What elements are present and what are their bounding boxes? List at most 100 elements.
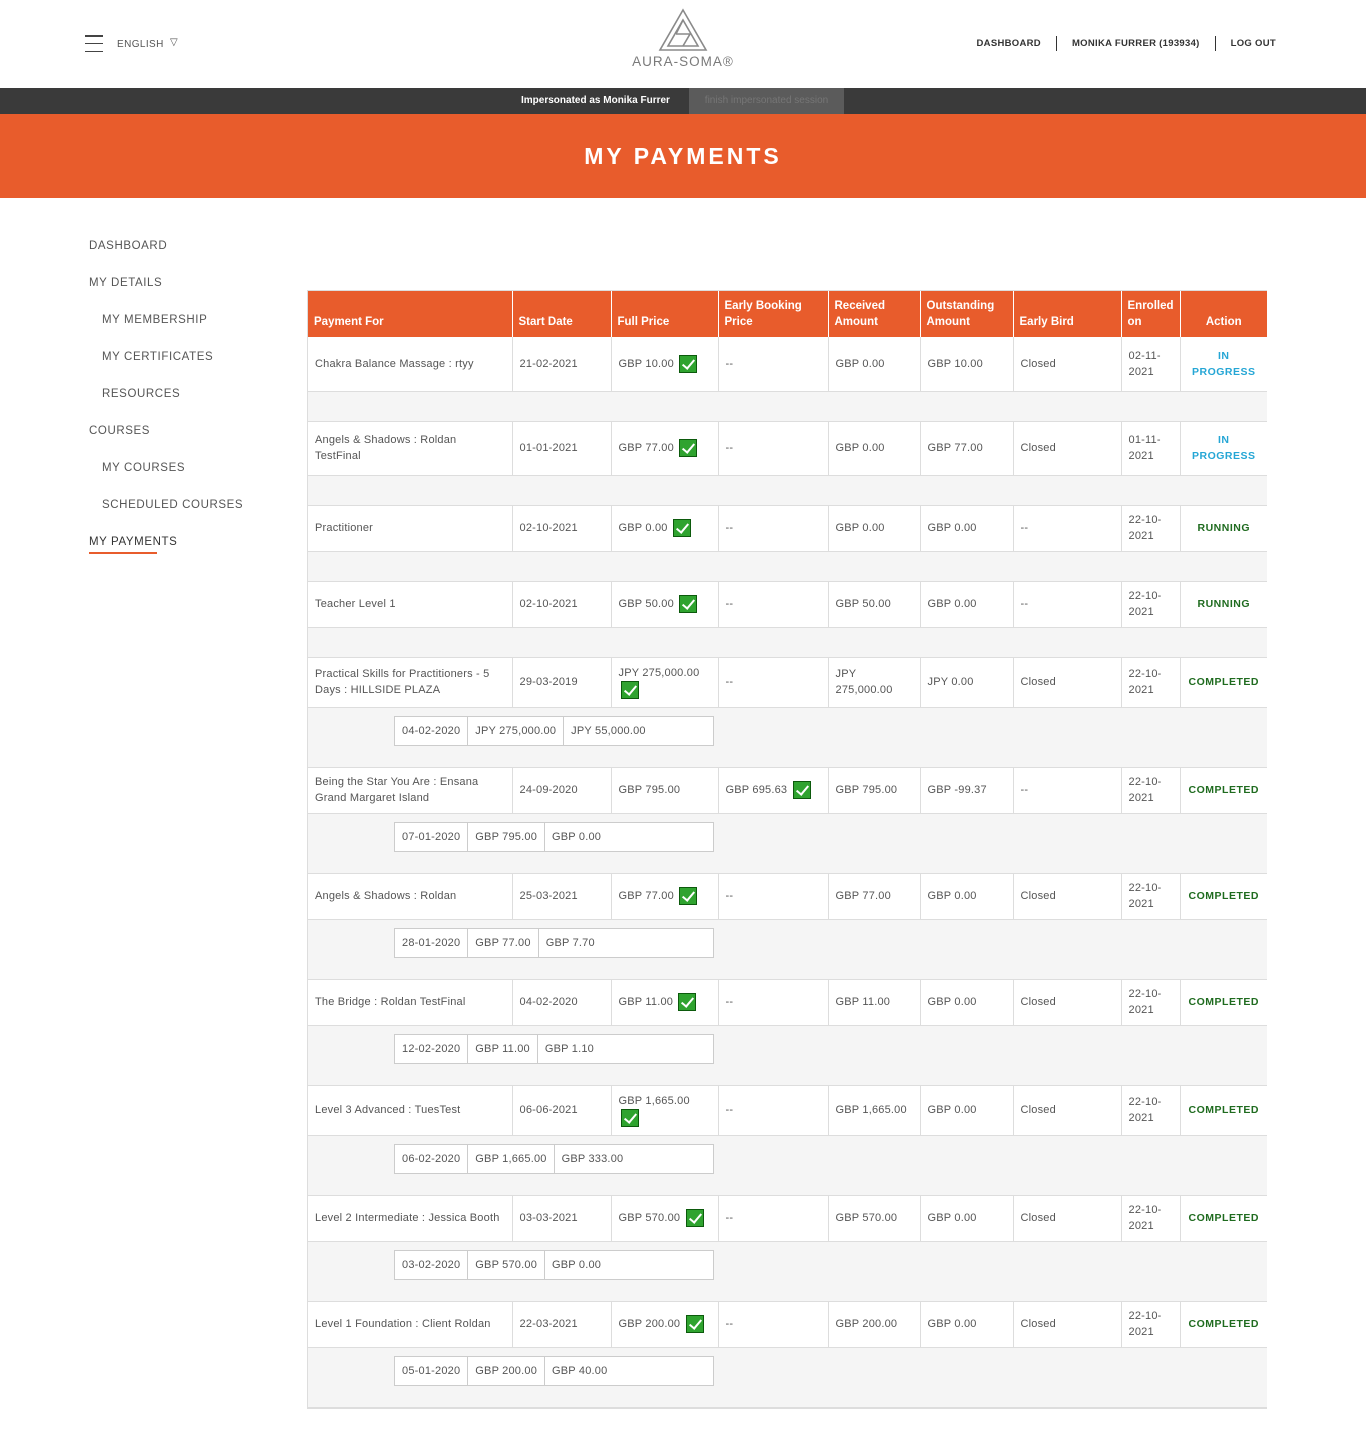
- sidebar-item-my-details[interactable]: MY DETAILS: [89, 273, 289, 310]
- cell-action[interactable]: RUNNING: [1180, 581, 1267, 628]
- sidebar-item-resources[interactable]: RESOURCES: [89, 384, 289, 421]
- cell-action[interactable]: COMPLETED: [1180, 767, 1267, 814]
- cell-enrolled: 22-10-2021: [1121, 1085, 1181, 1136]
- received-value: GBP 795.00: [835, 784, 898, 796]
- checkmark-icon: [685, 1315, 704, 1333]
- cell-action[interactable]: RUNNING: [1180, 505, 1267, 552]
- cell-action[interactable]: COMPLETED: [1180, 979, 1267, 1026]
- cell-full: GBP 77.00: [611, 421, 719, 476]
- menu-icon[interactable]: [85, 35, 103, 52]
- sidebar-item-my-membership[interactable]: MY MEMBERSHIP: [89, 310, 289, 347]
- cell-received: GBP 200.00: [828, 1301, 921, 1348]
- checkmark-icon: [620, 681, 639, 699]
- payment-for-value: Level 1 Foundation : Client Roldan: [315, 1318, 491, 1330]
- cell-action[interactable]: COMPLETED: [1180, 1301, 1267, 1348]
- full-value: GBP 200.00: [618, 1317, 681, 1330]
- received-value: GBP 1,665.00: [835, 1104, 907, 1116]
- impersonation-text: Impersonated as Monika Furrer: [521, 95, 670, 106]
- received-value: GBP 0.00: [835, 522, 885, 534]
- cell-outstanding: GBP 10.00: [920, 337, 1014, 392]
- received-value: GBP 0.00: [835, 357, 885, 370]
- sidebar-item-dashboard[interactable]: DASHBOARD: [89, 236, 289, 273]
- received-value: GBP 50.00: [835, 598, 891, 610]
- cell-received: GBP 50.00: [828, 581, 921, 628]
- early-value: --: [725, 1318, 734, 1330]
- action-value: RUNNING: [1197, 598, 1250, 610]
- nav-logout-link[interactable]: LOG OUT: [1231, 38, 1276, 49]
- installment-cell: 03-02-2020 GBP 570.00 GBP 0.00: [308, 1241, 1267, 1302]
- installment-cell: [308, 551, 1267, 582]
- bird-value: Closed: [1020, 442, 1056, 454]
- nav-user-link[interactable]: MONIKA FURRER (193934): [1072, 38, 1200, 49]
- bird-value: --: [1020, 784, 1029, 796]
- cell-early: --: [718, 581, 829, 628]
- enrolled-value: 02-11-2021: [1128, 349, 1161, 378]
- table-row: Being the Star You Are : Ensana Grand Ma…: [308, 767, 1267, 814]
- start-value: 21-02-2021: [519, 357, 578, 370]
- installment-cell: 06-02-2020 GBP 1,665.00 GBP 333.00: [308, 1135, 1267, 1196]
- cell-received: GBP 0.00: [828, 421, 921, 476]
- installment-table: 07-01-2020 GBP 795.00 GBP 0.00: [394, 821, 714, 852]
- cell-outstanding: GBP 0.00: [920, 1301, 1014, 1348]
- outstanding-value: GBP 0.00: [927, 598, 977, 610]
- page-title: MY PAYMENTS: [584, 143, 782, 169]
- installment-cell: [308, 391, 1267, 422]
- cell-received: GBP 0.00: [828, 337, 921, 392]
- enrolled-value: 22-10-2021: [1128, 882, 1162, 910]
- cell-action[interactable]: IN PROGRESS: [1180, 337, 1267, 392]
- cell-early: --: [718, 979, 829, 1026]
- payment-for-value: Being the Star You Are : Ensana Grand Ma…: [315, 776, 479, 804]
- sidebar-item-courses[interactable]: COURSES: [89, 421, 289, 458]
- start-value: 25-03-2021: [519, 890, 578, 902]
- language-selector[interactable]: ENGLISH: [117, 39, 164, 50]
- early-value: --: [725, 357, 734, 370]
- installment-paid: GBP 0.00: [552, 830, 602, 843]
- sidebar-item-my-courses[interactable]: MY COURSES: [89, 458, 289, 495]
- table-header-row: Payment For Start Date Full Price Early Boo…: [308, 291, 1267, 337]
- cell-early: --: [718, 421, 829, 476]
- installment-row: 03-02-2020 GBP 570.00 GBP 0.00: [308, 1241, 1267, 1302]
- sidebar-item-my-certificates[interactable]: MY CERTIFICATES: [89, 347, 289, 384]
- nav-dashboard-link[interactable]: DASHBOARD: [977, 38, 1041, 49]
- cell-full: GBP 0.00: [611, 505, 719, 552]
- cell-action[interactable]: COMPLETED: [1180, 1085, 1267, 1136]
- top-header: ENGLISH ▽ AURA-SOMA® DASHBOARD MONIKA FU…: [0, 0, 1366, 88]
- sidebar-item-my-payments[interactable]: MY PAYMENTS: [89, 532, 289, 569]
- full-value: GBP 10.00: [618, 357, 674, 370]
- installment-date: 12-02-2020: [395, 1034, 469, 1063]
- cell-enrolled: 22-10-2021: [1121, 505, 1181, 552]
- cell-action[interactable]: COMPLETED: [1180, 1195, 1267, 1242]
- installment-amount: GBP 795.00: [468, 822, 546, 851]
- chevron-down-icon[interactable]: ▽: [170, 37, 178, 48]
- checkmark-icon: [679, 439, 698, 457]
- finish-impersonation-button[interactable]: finish impersonated session: [689, 88, 844, 114]
- sidebar-item-scheduled-courses[interactable]: SCHEDULED COURSES: [89, 495, 289, 532]
- cell-action[interactable]: COMPLETED: [1180, 873, 1267, 920]
- column-header: Outstanding Amount: [920, 291, 1014, 337]
- installment-amount: GBP 200.00: [468, 1356, 546, 1385]
- outstanding-value: JPY 0.00: [927, 676, 974, 688]
- cell-action[interactable]: IN PROGRESS: [1180, 421, 1267, 476]
- cell-full: GBP 200.00: [611, 1301, 719, 1348]
- cell-enrolled: 01-11-2021: [1121, 421, 1181, 476]
- action-value: COMPLETED: [1188, 890, 1259, 902]
- aura-soma-logo[interactable]: AURA-SOMA®: [628, 8, 738, 80]
- cell-action[interactable]: COMPLETED: [1180, 657, 1267, 708]
- enrolled-value: 22-10-2021: [1128, 1096, 1162, 1124]
- full-value: JPY 275,000.00: [618, 667, 700, 679]
- installment-row: 28-01-2020 GBP 77.00 GBP 7.70: [308, 919, 1267, 980]
- cell-start: 04-02-2020: [512, 979, 612, 1026]
- cell-bird: --: [1013, 767, 1122, 814]
- start-value: 02-10-2021: [519, 598, 578, 610]
- cell-received: GBP 795.00: [828, 767, 921, 814]
- installment-date: 28-01-2020: [395, 928, 469, 957]
- installment-paid: GBP 40.00: [552, 1364, 608, 1377]
- early-value: --: [725, 442, 734, 454]
- bird-value: --: [1020, 522, 1029, 534]
- payment-for-value: Angels & Shadows : Roldan TestFinal: [315, 434, 457, 462]
- triangle-logo-icon: [658, 8, 708, 51]
- nav-divider: [1055, 36, 1057, 51]
- spacer-row: [308, 475, 1267, 506]
- cell-start: 02-10-2021: [512, 581, 612, 628]
- cell-start: 03-03-2021: [512, 1195, 612, 1242]
